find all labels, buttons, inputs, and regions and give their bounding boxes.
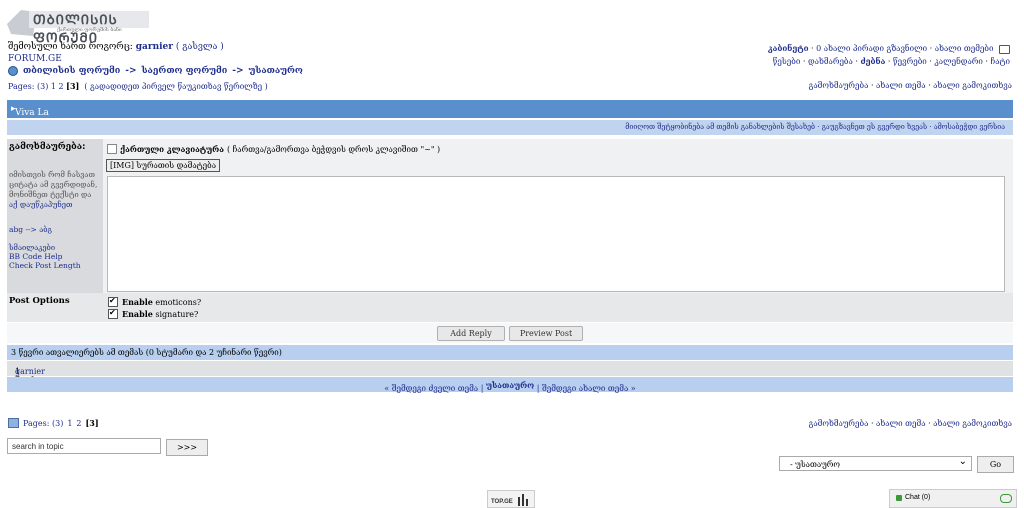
logged-in-line: შემოსული ხართ როგორც: garnier ( გასვლა ) <box>8 42 224 52</box>
search-in-topic-input[interactable]: search in topic <box>7 438 161 454</box>
message-icon[interactable] <box>999 44 1010 54</box>
chat-toggle-icon[interactable] <box>1000 494 1012 503</box>
reply-label: გამოხმაურება: <box>9 142 86 152</box>
help-link[interactable]: დახმარება <box>808 57 853 66</box>
next-topic-link[interactable]: შემდეგი ახალი თემა » <box>542 384 636 393</box>
forum-jump-go-button[interactable]: Go <box>977 456 1014 473</box>
topic-title: ▸ Viva La Revolucion!, დაუნ ვი დიქტეიტე <box>11 104 72 148</box>
site-link[interactable]: FORUM.GE <box>8 54 62 64</box>
logged-in-label: შემოსული ხართ როგორც: <box>8 42 133 52</box>
current-topic-link[interactable]: უსათაურო <box>486 380 534 390</box>
add-image-button[interactable]: [IMG] სურათის დამატება <box>106 159 221 172</box>
new-poll-link[interactable]: ახალი გამოკითხვა <box>933 419 1012 428</box>
georgian-keyboard-toggle[interactable]: ქართული კლავიატურა ( ჩართვა/გამორთვა ბეჭ… <box>107 144 440 154</box>
new-topic-link[interactable]: ახალი თემა <box>876 81 925 90</box>
pagination-bottom: Pages: (3) 1 2 [3] <box>8 418 99 428</box>
topic-navigation: « შემდეგი ძველი თემა | უსათაურო | შემდეგ… <box>7 377 1013 393</box>
top-ge-bar-icon <box>522 494 524 506</box>
keyboard-label: ქართული კლავიატურა <box>120 144 224 154</box>
add-reply-button[interactable]: Add Reply <box>437 326 505 341</box>
calendar-link[interactable]: კალენდარი <box>934 57 982 66</box>
logo-subtext: ქართული ფორუმის ბანი <box>57 27 122 33</box>
page-link-2[interactable]: 2 <box>59 82 64 91</box>
topic-actions-bottom: გამოხმაურება · ახალი თემა · ახალი გამოკი… <box>808 419 1012 428</box>
chat-widget[interactable]: Chat (0) <box>889 489 1017 508</box>
first-unread-link[interactable]: ( გადადიდეთ პირველ წაუკითხავ წერილზე ) <box>84 82 267 91</box>
check-length-link[interactable]: Check Post Length <box>9 261 81 270</box>
pagination-top: Pages: (3) 1 2 [3] ( გადადიდეთ პირველ წა… <box>8 81 268 91</box>
members-link[interactable]: წევრები <box>893 57 927 66</box>
page-link-1[interactable]: 1 <box>51 82 56 91</box>
keyboard-checkbox[interactable] <box>107 144 117 154</box>
quote-help-text: იმისთვის რომ ჩასვათ ციტატა ამ გვერდიდან,… <box>9 170 98 199</box>
breadcrumb-section[interactable]: საერთო ფორუმი <box>142 66 228 76</box>
top-ge-bar-icon <box>518 497 520 506</box>
reader-member-link[interactable]: garnier <box>15 367 45 376</box>
page-current: [3] <box>66 81 80 91</box>
signature-checkbox[interactable] <box>108 308 118 319</box>
enable-signature[interactable]: Enable signature? <box>108 308 198 319</box>
reply-link[interactable]: გამოხმაურება <box>809 419 869 428</box>
smilies-link[interactable]: სმაილაკები <box>9 243 81 252</box>
translit-link[interactable]: abg --> აბგ <box>9 225 81 234</box>
top-ge-counter[interactable]: TOP.GE <box>487 490 535 508</box>
forum-logo[interactable]: ᲗᲑᲘᲚᲘᲡᲘᲡ ᲤᲝᲠᲣᲛᲘ ქართული ფორუმის ბანი <box>7 6 151 46</box>
page-current: [3] <box>85 418 99 428</box>
username-link[interactable]: garnier <box>136 42 173 52</box>
breadcrumb-sep: -> <box>125 66 137 76</box>
readers-row: 1 წევრი: garnier <box>7 361 1013 385</box>
quote-help: იმისთვის რომ ჩასვათ ციტატა ამ გვერდიდან,… <box>9 170 101 210</box>
chat-label: Chat (0) <box>905 494 931 501</box>
new-poll-link[interactable]: ახალი გამოკითხვა <box>933 81 1012 90</box>
reply-textarea[interactable] <box>107 176 1005 292</box>
search-link[interactable]: ძებნა <box>860 56 885 66</box>
topic-actions-top: გამოხმაურება · ახალი თემა · ახალი გამოკი… <box>808 81 1012 90</box>
top-ge-label: TOP.GE <box>491 499 513 505</box>
preview-post-button[interactable]: Preview Post <box>509 326 583 341</box>
logout-link[interactable]: ( გასვლა ) <box>176 42 224 52</box>
topic-options-bar: მიიღოთ შეტყობინება ამ თემის განახლების შ… <box>7 120 1013 135</box>
keyboard-hint: ( ჩართვა/გამორთვა ბეჭდვის დროს კლავიშით … <box>226 144 441 154</box>
search-go-button[interactable]: >>> <box>166 439 208 456</box>
reply-tools: abg --> აბგ სმაილაკები BB Code Help Chec… <box>9 225 81 270</box>
breadcrumb-subforum[interactable]: უსათაურო <box>249 66 303 76</box>
cabinet-link[interactable]: კაბინეტი <box>768 43 809 53</box>
prev-topic-link[interactable]: « შემდეგი ძველი თემა <box>384 384 478 393</box>
top-links: კაბინეტი · 0 ახალი პირადი გზავნილი · ახა… <box>767 43 1010 66</box>
emoticons-checkbox[interactable] <box>108 296 118 307</box>
post-options-label: Post Options <box>9 296 70 306</box>
pages-label: Pages: (3) <box>8 82 49 91</box>
pages-label: Pages: (3) <box>23 418 64 428</box>
top-ge-bar-icon <box>526 499 528 506</box>
quote-help-link[interactable]: აქ დაუწკაპუნეთ <box>9 200 72 209</box>
topic-options[interactable]: მიიღოთ შეტყობინება ამ თემის განახლების შ… <box>625 123 1005 131</box>
new-topics-link[interactable]: ახალი თემები <box>935 44 994 53</box>
readers-summary: 3 წევრი ათვალიერებს ამ თემას (0 სტუმარი … <box>11 348 282 357</box>
reply-link[interactable]: გამოხმაურება <box>809 81 869 90</box>
breadcrumb-forum[interactable]: თბილისის ფორუმი <box>23 66 120 76</box>
enable-emoticons[interactable]: Enable emoticons? <box>108 296 201 307</box>
bbcode-help-link[interactable]: BB Code Help <box>9 252 81 261</box>
forum-icon <box>8 66 18 76</box>
breadcrumb: თბილისის ფორუმი -> საერთო ფორუმი -> უსათ… <box>8 66 303 76</box>
page-link-1[interactable]: 1 <box>67 419 72 428</box>
topic-title-bar: ▸ Viva La Revolucion!, დაუნ ვი დიქტეიტე <box>7 100 1013 148</box>
new-pm-link[interactable]: 0 ახალი პირადი გზავნილი <box>816 44 927 53</box>
active-readers-bar: 3 წევრი ათვალიერებს ამ თემას (0 სტუმარი … <box>7 345 1013 360</box>
breadcrumb-sep: -> <box>232 66 244 76</box>
chat-link[interactable]: ჩატი <box>991 57 1010 66</box>
chat-user-icon <box>896 495 902 501</box>
new-topic-link[interactable]: ახალი თემა <box>876 419 925 428</box>
page-link-2[interactable]: 2 <box>76 419 81 428</box>
rules-link[interactable]: წესები <box>773 57 801 66</box>
pages-icon <box>8 418 19 428</box>
forum-jump-select[interactable]: - უსათაურო <box>779 454 972 471</box>
